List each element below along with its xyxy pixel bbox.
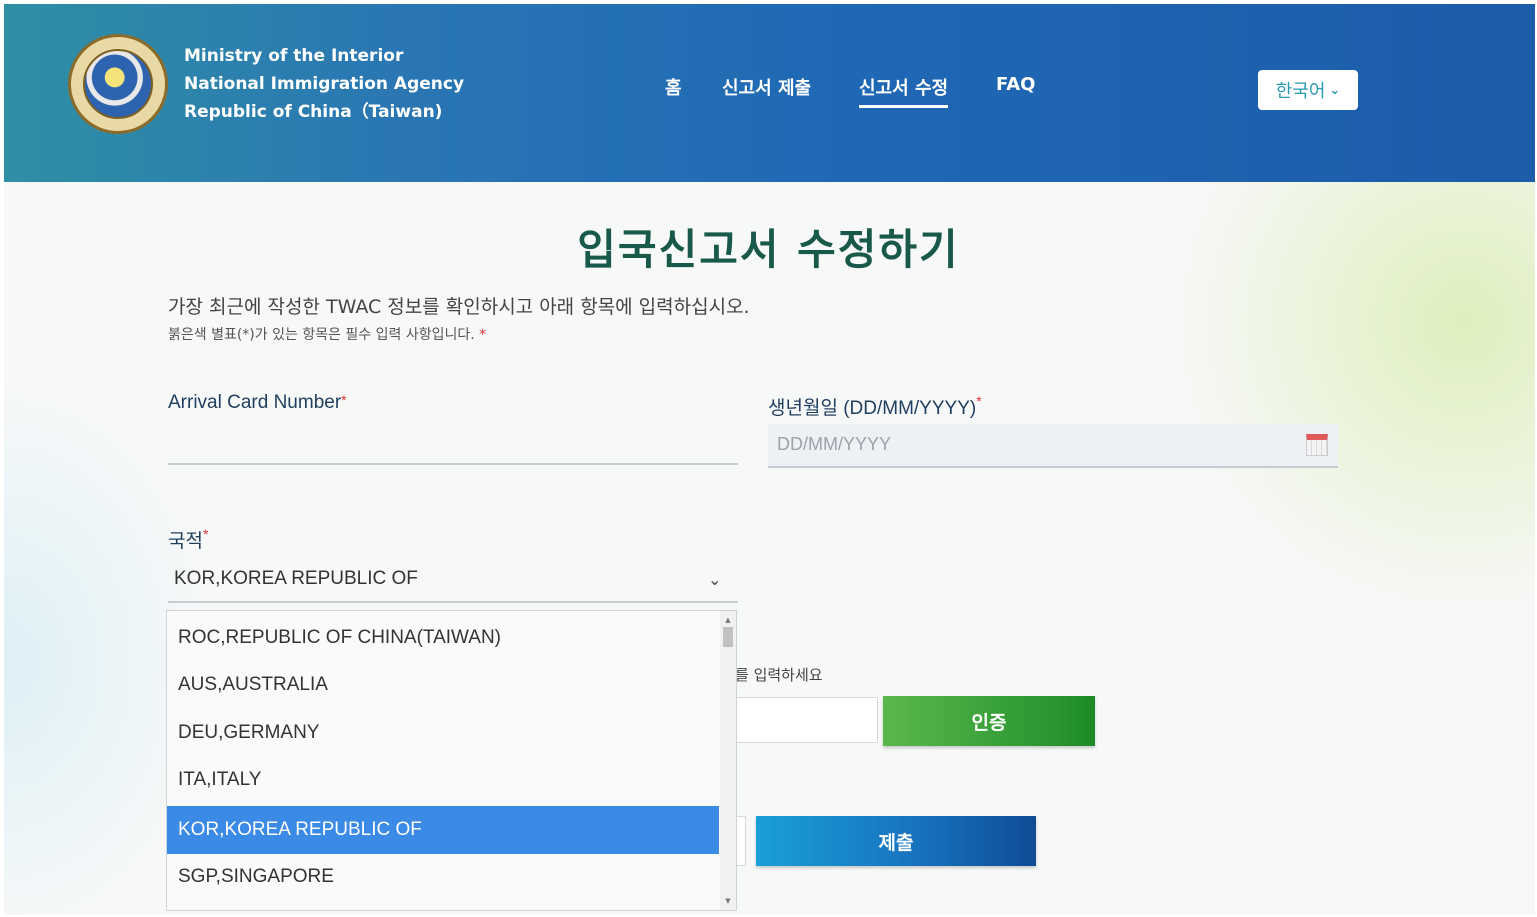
- dob-label: 생년월일 (DD/MM/YYYY)*: [768, 393, 982, 420]
- nav-modify-form[interactable]: 신고서 수정: [859, 74, 949, 108]
- page-title: 입국신고서 수정하기: [577, 225, 960, 274]
- agency-name: Ministry of the Interior National Immigr…: [184, 42, 464, 126]
- nav-submit-form[interactable]: 신고서 제출: [722, 74, 811, 108]
- arrival-card-label-text: Arrival Card Number: [168, 392, 342, 413]
- required-asterisk: *: [976, 393, 982, 409]
- verification-code-hint: 를 입력하세요: [735, 666, 823, 684]
- nationality-value: KOR,KOREA REPUBLIC OF: [174, 568, 418, 589]
- nationality-underline: [168, 601, 738, 603]
- nav-faq[interactable]: FAQ: [996, 74, 1035, 108]
- submit-button[interactable]: 제출: [756, 816, 1036, 866]
- agency-line-3: Republic of China（Taiwan): [184, 102, 443, 122]
- required-asterisk: *: [202, 526, 209, 542]
- seal-emblem: [83, 49, 153, 119]
- dropdown-option[interactable]: DEU,GERMANY: [167, 709, 719, 757]
- dropdown-option[interactable]: SGP,SINGAPORE: [167, 853, 719, 901]
- scroll-up-icon[interactable]: ▲: [720, 613, 736, 627]
- language-label: 한국어: [1275, 81, 1326, 102]
- calendar-icon[interactable]: [1306, 434, 1328, 456]
- dob-placeholder: DD/MM/YYYY: [777, 434, 892, 454]
- agency-line-2: National Immigration Agency: [184, 74, 465, 94]
- required-asterisk: *: [479, 327, 487, 343]
- scroll-down-icon[interactable]: ▼: [720, 894, 736, 908]
- arrival-card-underline: [168, 463, 738, 465]
- required-note: 붉은색 별표(*)가 있는 항목은 필수 입력 사항입니다. *: [168, 324, 486, 344]
- language-select[interactable]: 한국어 ⌄: [1258, 70, 1358, 110]
- chevron-down-icon: ⌄: [1329, 82, 1341, 98]
- dob-input[interactable]: DD/MM/YYYY: [768, 424, 1338, 468]
- nav-home[interactable]: 홈: [665, 74, 682, 108]
- dropdown-option[interactable]: ITA,ITALY: [167, 756, 719, 804]
- nationality-label-text: 국적: [168, 531, 203, 552]
- dropdown-option-selected[interactable]: KOR,KOREA REPUBLIC OF: [167, 806, 719, 854]
- nationality-label: 국적*: [168, 526, 208, 553]
- required-note-text: 붉은색 별표(*)가 있는 항목은 필수 입력 사항입니다.: [168, 327, 475, 343]
- required-asterisk: *: [341, 392, 347, 408]
- nationality-dropdown-list[interactable]: ROC,REPUBLIC OF CHINA(TAIWAN) AUS,AUSTRA…: [166, 610, 737, 911]
- scrollbar-thumb[interactable]: [723, 627, 733, 647]
- dropdown-option[interactable]: ROC,REPUBLIC OF CHINA(TAIWAN): [167, 614, 719, 662]
- verify-button[interactable]: 인증: [883, 696, 1095, 746]
- arrival-card-label: Arrival Card Number*: [168, 392, 347, 414]
- intro-text: 가장 최근에 작성한 TWAC 정보를 확인하시고 아래 항목에 입력하십시오.: [168, 296, 750, 318]
- verification-code-input[interactable]: [736, 697, 878, 743]
- agency-seal-logo[interactable]: [68, 34, 168, 134]
- dob-label-text: 생년월일 (DD/MM/YYYY): [768, 398, 977, 419]
- agency-line-1: Ministry of the Interior: [184, 46, 404, 66]
- dropdown-scrollbar[interactable]: ▲ ▼: [720, 611, 736, 910]
- partial-button[interactable]: [736, 816, 746, 866]
- chevron-down-icon: ⌄: [708, 570, 722, 589]
- dropdown-option[interactable]: AUS,AUSTRALIA: [167, 661, 719, 709]
- arrival-card-input[interactable]: [168, 424, 738, 464]
